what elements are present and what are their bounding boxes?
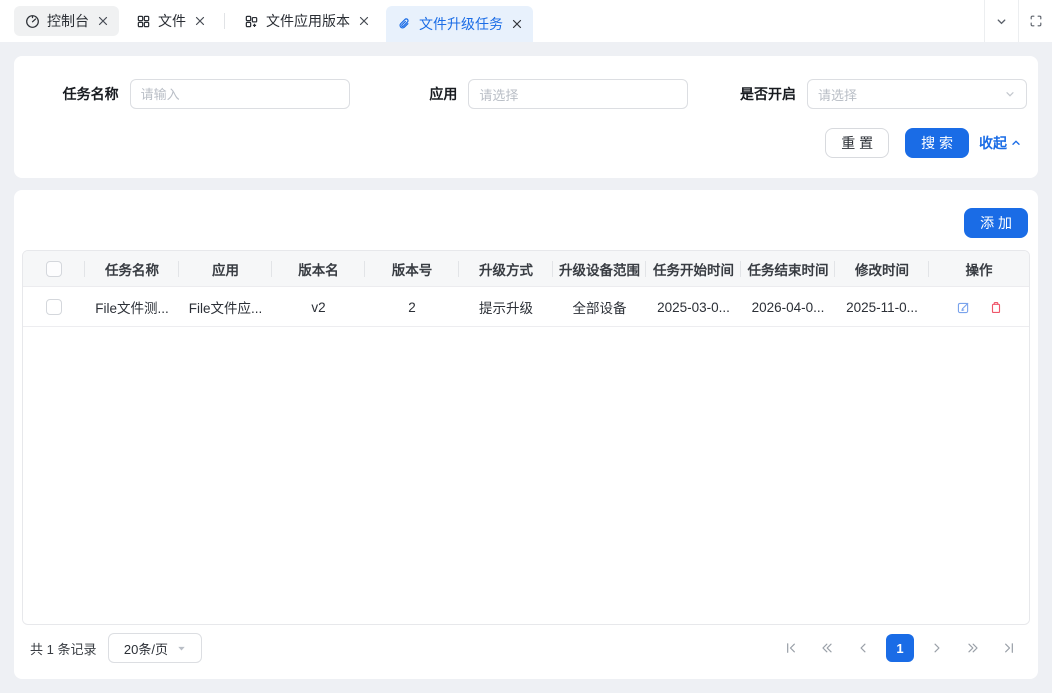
chevron-down-icon bbox=[995, 15, 1008, 28]
app-label: 应用 bbox=[429, 84, 457, 104]
cell-actions bbox=[929, 287, 1029, 327]
filter-field-app: 应用 请选择 bbox=[353, 79, 692, 109]
cell-app: File文件应... bbox=[179, 287, 272, 327]
enabled-select-placeholder: 请选择 bbox=[818, 85, 1004, 104]
next-page-button[interactable] bbox=[924, 635, 950, 661]
edit-icon[interactable] bbox=[956, 300, 971, 315]
column-header: 升级设备范围 bbox=[553, 251, 646, 287]
tab-bar: 控制台 文件 文件应用版本 bbox=[0, 0, 1052, 42]
column-header: 版本名 bbox=[272, 251, 365, 287]
enabled-label: 是否开启 bbox=[740, 84, 796, 104]
filter-field-task-name: 任务名称 bbox=[14, 79, 353, 109]
select-all-checkbox[interactable] bbox=[46, 261, 62, 277]
cell-modified-time: 2025-11-0... bbox=[835, 287, 929, 327]
column-header: 任务名称 bbox=[85, 251, 179, 287]
tab-console[interactable]: 控制台 bbox=[14, 6, 119, 36]
close-icon[interactable] bbox=[512, 19, 522, 29]
enabled-select[interactable]: 请选择 bbox=[807, 79, 1027, 109]
column-header: 操作 bbox=[929, 251, 1029, 287]
close-icon[interactable] bbox=[98, 16, 108, 26]
task-name-input[interactable] bbox=[130, 79, 350, 109]
search-button[interactable]: 搜 索 bbox=[905, 128, 969, 158]
dashboard-icon bbox=[25, 14, 40, 29]
fullscreen-icon bbox=[1029, 14, 1043, 28]
filter-form: 任务名称 应用 请选择 是否开启 请选择 bbox=[14, 79, 1030, 109]
page-content: 任务名称 应用 请选择 是否开启 请选择 重 置 搜 bbox=[0, 42, 1052, 693]
close-icon[interactable] bbox=[359, 16, 369, 26]
cell-upgrade-mode: 提示升级 bbox=[459, 287, 553, 327]
tab-label: 文件应用版本 bbox=[266, 11, 350, 31]
column-header: 修改时间 bbox=[835, 251, 929, 287]
page-1-button[interactable]: 1 bbox=[886, 634, 914, 662]
cell-version-number: 2 bbox=[365, 287, 459, 327]
caret-down-icon bbox=[176, 643, 187, 654]
chevron-up-icon bbox=[1010, 137, 1022, 149]
last-page-button[interactable] bbox=[996, 635, 1022, 661]
pagination: 1 bbox=[778, 634, 1022, 662]
prev-5-pages-button[interactable] bbox=[814, 635, 840, 661]
table-header: 任务名称 应用 版本名 版本号 升级方式 升级设备范围 任务开始时间 任务结束时… bbox=[23, 251, 1029, 287]
column-header: 任务结束时间 bbox=[741, 251, 835, 287]
cell-start-time: 2025-03-0... bbox=[646, 287, 741, 327]
cell-device-scope: 全部设备 bbox=[553, 287, 646, 327]
tab-label: 文件升级任务 bbox=[419, 14, 503, 34]
filter-panel: 任务名称 应用 请选择 是否开启 请选择 重 置 搜 bbox=[14, 56, 1038, 178]
table-row[interactable]: File文件测... File文件应... v2 2 提示升级 全部设备 202… bbox=[23, 287, 1029, 327]
first-page-button[interactable] bbox=[778, 635, 804, 661]
column-header: 升级方式 bbox=[459, 251, 553, 287]
prev-page-button[interactable] bbox=[850, 635, 876, 661]
header-checkbox-cell bbox=[23, 251, 85, 287]
column-header: 版本号 bbox=[365, 251, 459, 287]
table-toolbar: 添 加 bbox=[22, 198, 1030, 250]
task-name-label: 任务名称 bbox=[63, 84, 119, 104]
data-table: 任务名称 应用 版本名 版本号 升级方式 升级设备范围 任务开始时间 任务结束时… bbox=[22, 250, 1030, 625]
fullscreen-button[interactable] bbox=[1018, 0, 1052, 42]
table-footer: 共 1 条记录 20条/页 1 bbox=[22, 625, 1030, 671]
reset-button[interactable]: 重 置 bbox=[825, 128, 889, 158]
cell-task-name: File文件测... bbox=[85, 287, 179, 327]
collapse-link[interactable]: 收起 bbox=[979, 133, 1022, 153]
column-header: 任务开始时间 bbox=[646, 251, 741, 287]
tab-label: 控制台 bbox=[47, 11, 89, 31]
tab-actions bbox=[984, 0, 1052, 42]
total-records: 共 1 条记录 bbox=[30, 639, 96, 658]
row-checkbox[interactable] bbox=[46, 299, 62, 315]
next-5-pages-button[interactable] bbox=[960, 635, 986, 661]
page-size-value: 20条/页 bbox=[124, 639, 168, 658]
page-size-select[interactable]: 20条/页 bbox=[108, 633, 202, 663]
tabs-dropdown-button[interactable] bbox=[984, 0, 1018, 42]
tab-file-app-version[interactable]: 文件应用版本 bbox=[233, 6, 380, 36]
apps-version-icon bbox=[244, 14, 259, 29]
add-button[interactable]: 添 加 bbox=[964, 208, 1028, 238]
filter-field-enabled: 是否开启 请选择 bbox=[691, 79, 1030, 109]
collapse-label: 收起 bbox=[979, 133, 1007, 153]
table-empty-body bbox=[23, 327, 1029, 624]
paperclip-icon bbox=[397, 17, 412, 32]
cell-version-name: v2 bbox=[272, 287, 365, 327]
close-icon[interactable] bbox=[195, 16, 205, 26]
app-select[interactable]: 请选择 bbox=[468, 79, 688, 109]
table-panel: 添 加 任务名称 应用 版本名 版本号 升级方式 升级设备范围 任务开始时间 任… bbox=[14, 190, 1038, 679]
cell-end-time: 2026-04-0... bbox=[741, 287, 835, 327]
delete-icon[interactable] bbox=[989, 300, 1003, 315]
tab-file[interactable]: 文件 bbox=[125, 6, 216, 36]
row-checkbox-cell bbox=[23, 287, 85, 327]
tab-divider bbox=[224, 13, 225, 29]
app-select-placeholder: 请选择 bbox=[479, 85, 677, 104]
column-header: 应用 bbox=[179, 251, 272, 287]
apps-icon bbox=[136, 14, 151, 29]
tab-file-upgrade-task[interactable]: 文件升级任务 bbox=[386, 6, 533, 42]
filter-actions: 重 置 搜 索 收起 bbox=[14, 128, 1030, 158]
chevron-down-icon bbox=[1004, 88, 1016, 100]
footer-left: 共 1 条记录 20条/页 bbox=[30, 633, 202, 663]
tab-label: 文件 bbox=[158, 11, 186, 31]
